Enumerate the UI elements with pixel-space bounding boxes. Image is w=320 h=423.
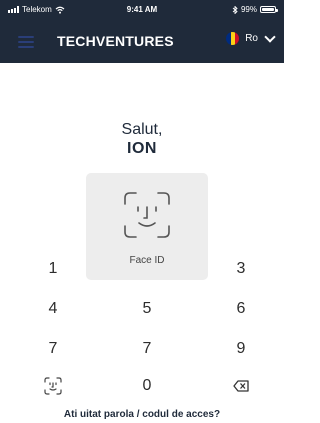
backspace-icon (233, 380, 249, 392)
hamburger-menu-icon[interactable] (18, 33, 34, 48)
keypad-key-6[interactable]: 6 (221, 297, 261, 321)
bluetooth-icon (232, 5, 238, 14)
battery-icon (260, 6, 278, 13)
face-id-small-icon (44, 377, 62, 395)
keypad-key-4[interactable]: 4 (33, 297, 73, 321)
face-id-button[interactable]: Face ID (86, 173, 208, 280)
brand-title: TECHVENTURES (57, 33, 174, 49)
battery-percent: 99% (240, 5, 257, 14)
top-bar: Telekom 9:41 AM 99% TECHVENTURES Ro (0, 0, 284, 63)
keypad-key-9[interactable]: 9 (221, 337, 261, 361)
keypad-key-3[interactable]: 3 (221, 257, 261, 281)
user-name: ION (127, 140, 157, 157)
keypad-key-1[interactable]: 1 (33, 257, 73, 281)
forgot-password-link[interactable]: Ati uitat parola / codul de acces? (0, 409, 284, 420)
app-header: TECHVENTURES Ro (0, 20, 284, 63)
keypad-backspace-key[interactable] (221, 374, 261, 398)
keypad-key-7[interactable]: 7 (127, 337, 167, 361)
keypad-key-5[interactable]: 5 (127, 297, 167, 321)
keypad-face-id-key[interactable] (33, 374, 73, 398)
keypad-key-7-left[interactable]: 7 (33, 337, 73, 361)
status-bar: Telekom 9:41 AM 99% (0, 0, 284, 20)
language-label: Ro (245, 33, 258, 44)
language-selector[interactable]: Ro (226, 30, 276, 45)
face-id-label: Face ID (129, 255, 165, 266)
romania-flag-icon (226, 32, 240, 45)
status-right: 99% (232, 5, 278, 14)
face-id-icon (124, 192, 170, 238)
keypad-key-0[interactable]: 0 (127, 374, 167, 398)
greeting-text: Salut, (121, 121, 163, 138)
chevron-down-icon (264, 30, 276, 43)
